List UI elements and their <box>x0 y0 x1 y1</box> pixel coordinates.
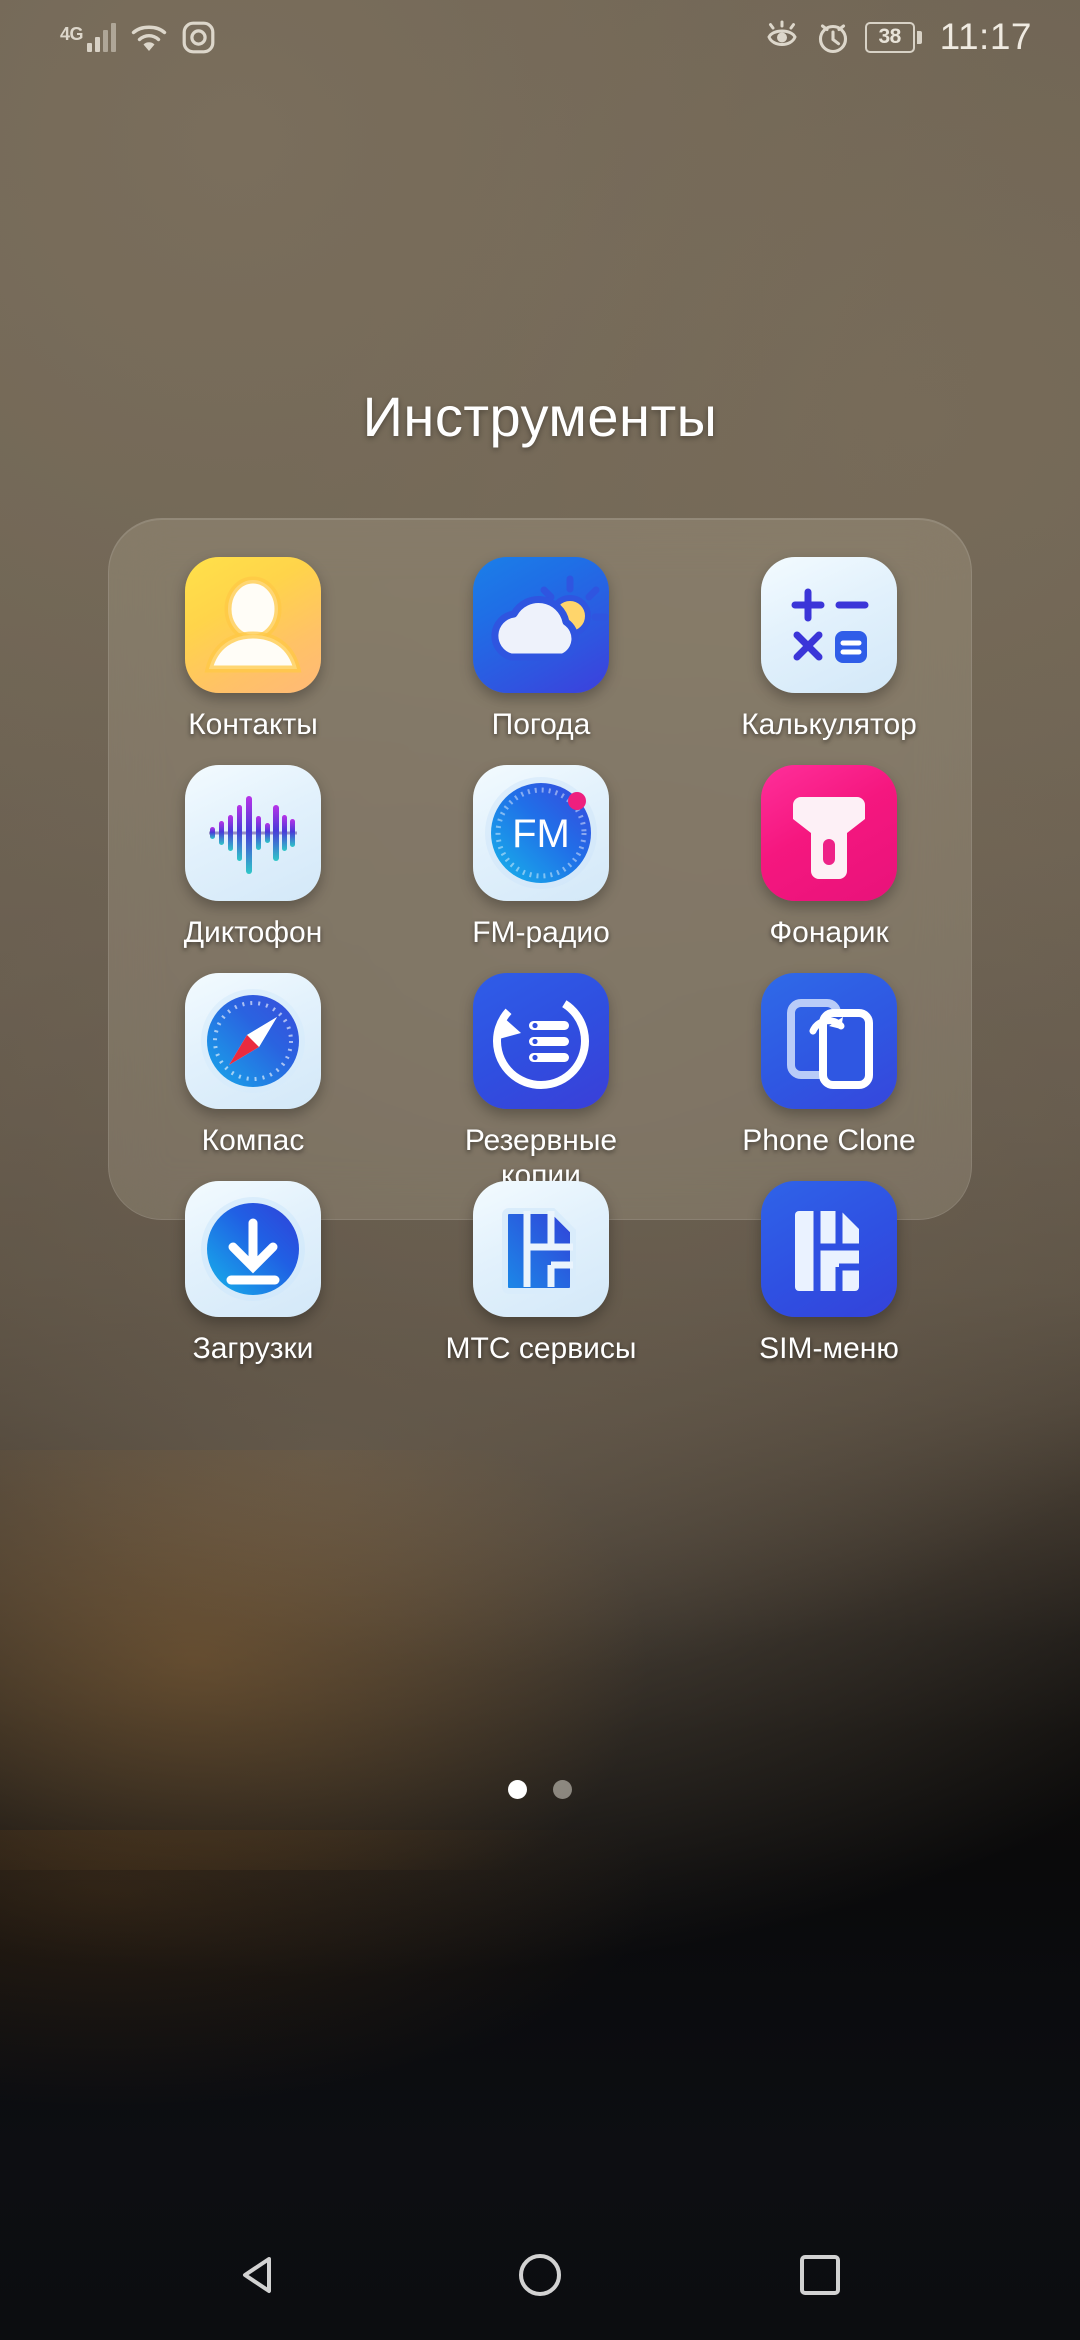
page-indicator <box>0 1780 1080 1799</box>
app-grid: Контакты Погода Калькулятор Диктофон FM … <box>109 545 973 1377</box>
app-item-fm-radio[interactable]: FM FM-радио <box>397 753 685 950</box>
status-bar: 4G 38 11:17 <box>0 0 1080 74</box>
app-label: Контакты <box>188 708 318 741</box>
recorder-icon <box>185 765 321 901</box>
fm-radio-icon: FM <box>473 765 609 901</box>
downloads-icon <box>185 1181 321 1317</box>
calculator-icon <box>761 557 897 693</box>
alarm-icon <box>818 24 847 54</box>
recents-button[interactable] <box>760 2215 880 2335</box>
triangle-left-icon <box>243 2257 271 2293</box>
home-button[interactable] <box>480 2215 600 2335</box>
wifi-icon <box>131 25 167 51</box>
page-dot-2[interactable] <box>553 1780 572 1799</box>
network-type-label: 4G <box>60 24 84 44</box>
app-item-sim-menu[interactable]: SIM-меню <box>685 1169 973 1366</box>
phone-clone-icon <box>761 973 897 1109</box>
battery-level-label: 38 <box>878 25 901 48</box>
circle-icon <box>519 2254 561 2296</box>
app-label: Загрузки <box>192 1332 314 1365</box>
app-item-downloads[interactable]: Загрузки <box>109 1169 397 1366</box>
status-bar-left: 4G <box>60 21 215 54</box>
square-icon <box>800 2255 840 2295</box>
app-item-mts-services[interactable]: МТС сервисы <box>397 1169 685 1366</box>
app-item-contacts[interactable]: Контакты <box>109 545 397 742</box>
app-item-flashlight[interactable]: Фонарик <box>685 753 973 950</box>
weather-icon <box>473 557 609 693</box>
app-item-weather[interactable]: Погода <box>397 545 685 742</box>
clock-label: 11:17 <box>939 16 1032 57</box>
fm-dial-label: FM <box>512 812 570 856</box>
signal-bars-icon <box>87 22 117 52</box>
folder-panel: Контакты Погода Калькулятор Диктофон FM … <box>108 518 972 1365</box>
app-item-calculator[interactable]: Калькулятор <box>685 545 973 742</box>
page-dot-1[interactable] <box>508 1780 527 1799</box>
flashlight-icon <box>761 765 897 901</box>
eye-comfort-icon <box>766 20 797 46</box>
app-label: Компас <box>201 1124 305 1157</box>
app-item-recorder[interactable]: Диктофон <box>109 753 397 950</box>
app-label: SIM-меню <box>759 1332 899 1365</box>
signal-icon: 4G <box>60 22 117 52</box>
app-label: Погода <box>491 708 591 741</box>
app-label: Калькулятор <box>741 708 917 741</box>
instagram-icon <box>182 21 215 53</box>
app-label: Диктофон <box>183 916 323 949</box>
battery-icon: 38 <box>864 21 922 53</box>
app-item-compass[interactable]: Компас <box>109 961 397 1158</box>
folder-title[interactable]: Инструменты <box>0 384 1080 449</box>
navigation-bar <box>0 2210 1080 2340</box>
sim-menu-icon <box>761 1181 897 1317</box>
app-label: FM-радио <box>472 916 610 949</box>
app-label: Фонарик <box>769 916 889 949</box>
back-button[interactable] <box>200 2215 320 2335</box>
compass-icon <box>185 973 321 1109</box>
app-item-backup[interactable]: Резервные копии <box>397 961 685 1193</box>
status-bar-right: 38 11:17 <box>763 16 1032 58</box>
backup-icon <box>473 973 609 1109</box>
contacts-icon <box>185 557 321 693</box>
mts-services-icon <box>473 1181 609 1317</box>
app-item-phone-clone[interactable]: Phone Clone <box>685 961 973 1158</box>
app-label: МТС сервисы <box>445 1332 637 1365</box>
app-label: Phone Clone <box>742 1124 916 1157</box>
